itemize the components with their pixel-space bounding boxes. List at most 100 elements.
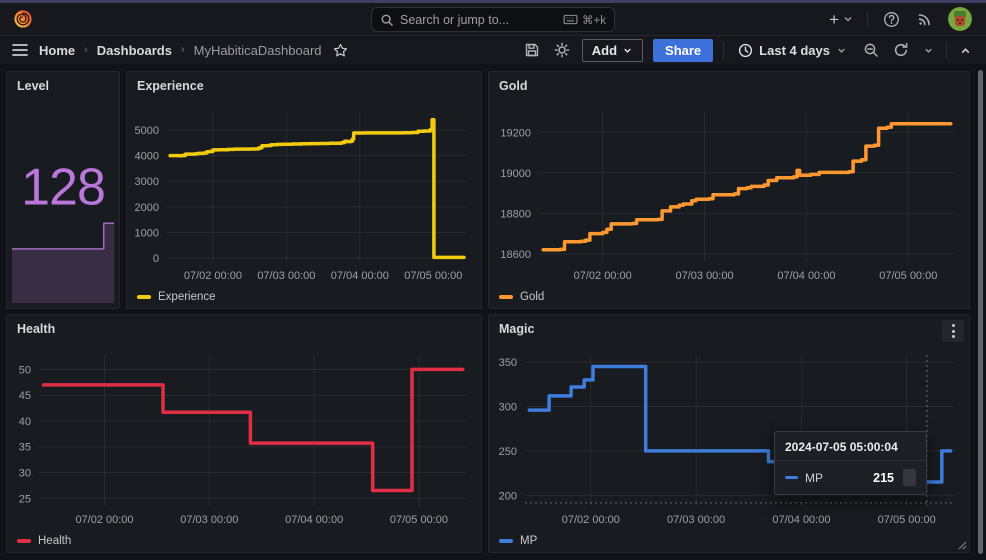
keyboard-icon [563, 14, 578, 25]
help-button[interactable] [881, 9, 902, 30]
legend-marker [499, 539, 513, 543]
toolbar-divider [946, 42, 947, 58]
svg-text:1000: 1000 [135, 228, 159, 240]
panel-resize-handle[interactable] [957, 540, 967, 550]
favorite-star-button[interactable] [331, 41, 350, 60]
page-scrollbar[interactable] [978, 70, 983, 554]
svg-text:07/03 00:00: 07/03 00:00 [675, 270, 733, 282]
save-dashboard-button[interactable] [522, 40, 542, 60]
chevron-down-icon [838, 48, 845, 53]
search-input[interactable]: Search or jump to... ⌘+k [371, 7, 615, 32]
svg-text:07/02 00:00: 07/02 00:00 [574, 270, 632, 282]
hamburger-icon [12, 44, 28, 56]
clock-icon [739, 43, 753, 57]
svg-text:07/03 00:00: 07/03 00:00 [257, 270, 315, 282]
dashboard-settings-button[interactable] [552, 40, 572, 60]
refresh-icon [894, 42, 908, 57]
legend-label: MP [520, 535, 538, 547]
panel-menu-button[interactable] [942, 320, 964, 342]
svg-text:25: 25 [19, 493, 31, 505]
svg-text:07/02 00:00: 07/02 00:00 [75, 514, 133, 526]
save-icon [525, 43, 538, 57]
svg-text:18800: 18800 [500, 208, 531, 220]
refresh-interval-dropdown[interactable] [921, 43, 936, 58]
gold-legend[interactable]: Gold [499, 291, 544, 303]
news-button[interactable] [915, 9, 935, 29]
panel-title-magic[interactable]: Magic [499, 322, 534, 336]
level-stat-value: 128 [21, 158, 106, 217]
new-dropdown-button[interactable]: + [829, 11, 854, 28]
topbar: Search or jump to... ⌘+k + [0, 3, 986, 36]
star-icon [333, 43, 347, 56]
svg-text:07/05 00:00: 07/05 00:00 [390, 514, 448, 526]
svg-text:07/04 00:00: 07/04 00:00 [777, 270, 835, 282]
panel-level: Level 128 [6, 71, 120, 309]
add-panel-button[interactable]: Add [581, 38, 644, 62]
dashboard-toolbar: Home › Dashboards › MyHabiticaDashboard [0, 36, 986, 64]
collapse-toolbar-button[interactable] [957, 42, 974, 59]
dashboard-canvas: Level 128 Experience 0 1000 2000 3000 4000 50… [0, 64, 986, 560]
gold-chart[interactable]: 18600 18800 19000 19200 07/02 00:00 07/03 00:… [497, 100, 961, 284]
svg-text:19200: 19200 [500, 127, 531, 139]
tooltip-value-highlight [903, 469, 916, 486]
breadcrumb-home[interactable]: Home [39, 43, 75, 58]
time-range-picker[interactable]: Last 4 days [734, 43, 851, 58]
svg-text:4000: 4000 [135, 151, 159, 163]
svg-text:07/04 00:00: 07/04 00:00 [772, 514, 830, 526]
svg-text:250: 250 [499, 446, 517, 458]
svg-text:07/05 00:00: 07/05 00:00 [404, 270, 462, 282]
search-shortcut: ⌘+k [563, 13, 606, 27]
legend-marker [17, 539, 31, 543]
svg-text:45: 45 [19, 390, 31, 402]
help-icon [884, 11, 899, 27]
svg-text:300: 300 [499, 402, 517, 414]
svg-text:07/03 00:00: 07/03 00:00 [667, 514, 725, 526]
gear-icon [554, 42, 570, 58]
experience-legend[interactable]: Experience [137, 291, 216, 303]
zoom-out-icon [864, 43, 878, 57]
search-placeholder: Search or jump to... [400, 12, 510, 27]
health-legend[interactable]: Health [17, 535, 71, 547]
zoom-out-time-button[interactable] [861, 40, 881, 60]
svg-text:35: 35 [19, 442, 31, 454]
share-button[interactable]: Share [653, 38, 714, 62]
toolbar-divider [723, 42, 725, 58]
breadcrumb-separator: › [84, 44, 88, 56]
legend-marker [137, 295, 151, 299]
svg-text:3000: 3000 [135, 176, 159, 188]
svg-text:5000: 5000 [135, 125, 159, 137]
experience-chart[interactable]: 0 1000 2000 3000 4000 5000 07/02 00:00 07/03 00… [135, 100, 473, 284]
breadcrumb-current: MyHabiticaDashboard [193, 42, 322, 58]
svg-text:30: 30 [19, 468, 31, 480]
user-avatar[interactable] [948, 7, 972, 31]
svg-text:07/02 00:00: 07/02 00:00 [184, 270, 242, 282]
tooltip-timestamp: 2024-07-05 05:00:04 [775, 432, 926, 461]
panel-title-gold[interactable]: Gold [499, 79, 527, 93]
kebab-icon [951, 324, 955, 327]
chevron-down-icon [925, 48, 932, 53]
breadcrumb-dashboards[interactable]: Dashboards [97, 43, 172, 58]
panel-title-experience[interactable]: Experience [137, 79, 204, 93]
topbar-divider [867, 11, 868, 27]
chevron-down-icon [624, 48, 631, 53]
refresh-button[interactable] [891, 40, 911, 60]
legend-label: Gold [520, 291, 545, 303]
svg-text:50: 50 [19, 364, 31, 376]
svg-text:07/03 00:00: 07/03 00:00 [180, 514, 238, 526]
tooltip-value: 215 [873, 470, 894, 485]
panel-title-health[interactable]: Health [17, 322, 55, 336]
grafana-logo-icon[interactable] [12, 8, 34, 30]
search-icon [381, 14, 393, 26]
svg-text:07/02 00:00: 07/02 00:00 [562, 514, 620, 526]
health-chart[interactable]: 25 30 35 40 45 50 07/02 00:00 07/03 00:00 07/04 … [15, 343, 473, 528]
chevron-up-icon [961, 47, 970, 53]
svg-text:19000: 19000 [500, 168, 531, 180]
magic-legend[interactable]: MP [499, 535, 537, 547]
svg-text:18600: 18600 [500, 249, 531, 261]
tooltip-series-marker [785, 475, 798, 480]
panel-health: Health 25 30 35 40 45 50 07/02 00:00 07/03 00:0… [6, 314, 482, 553]
svg-text:07/05 00:00: 07/05 00:00 [878, 514, 936, 526]
panel-gold: Gold 18600 18800 19000 19200 07/02 00:00 07/0… [488, 71, 970, 309]
svg-text:07/04 00:00: 07/04 00:00 [331, 270, 389, 282]
menu-toggle-button[interactable] [10, 41, 30, 59]
